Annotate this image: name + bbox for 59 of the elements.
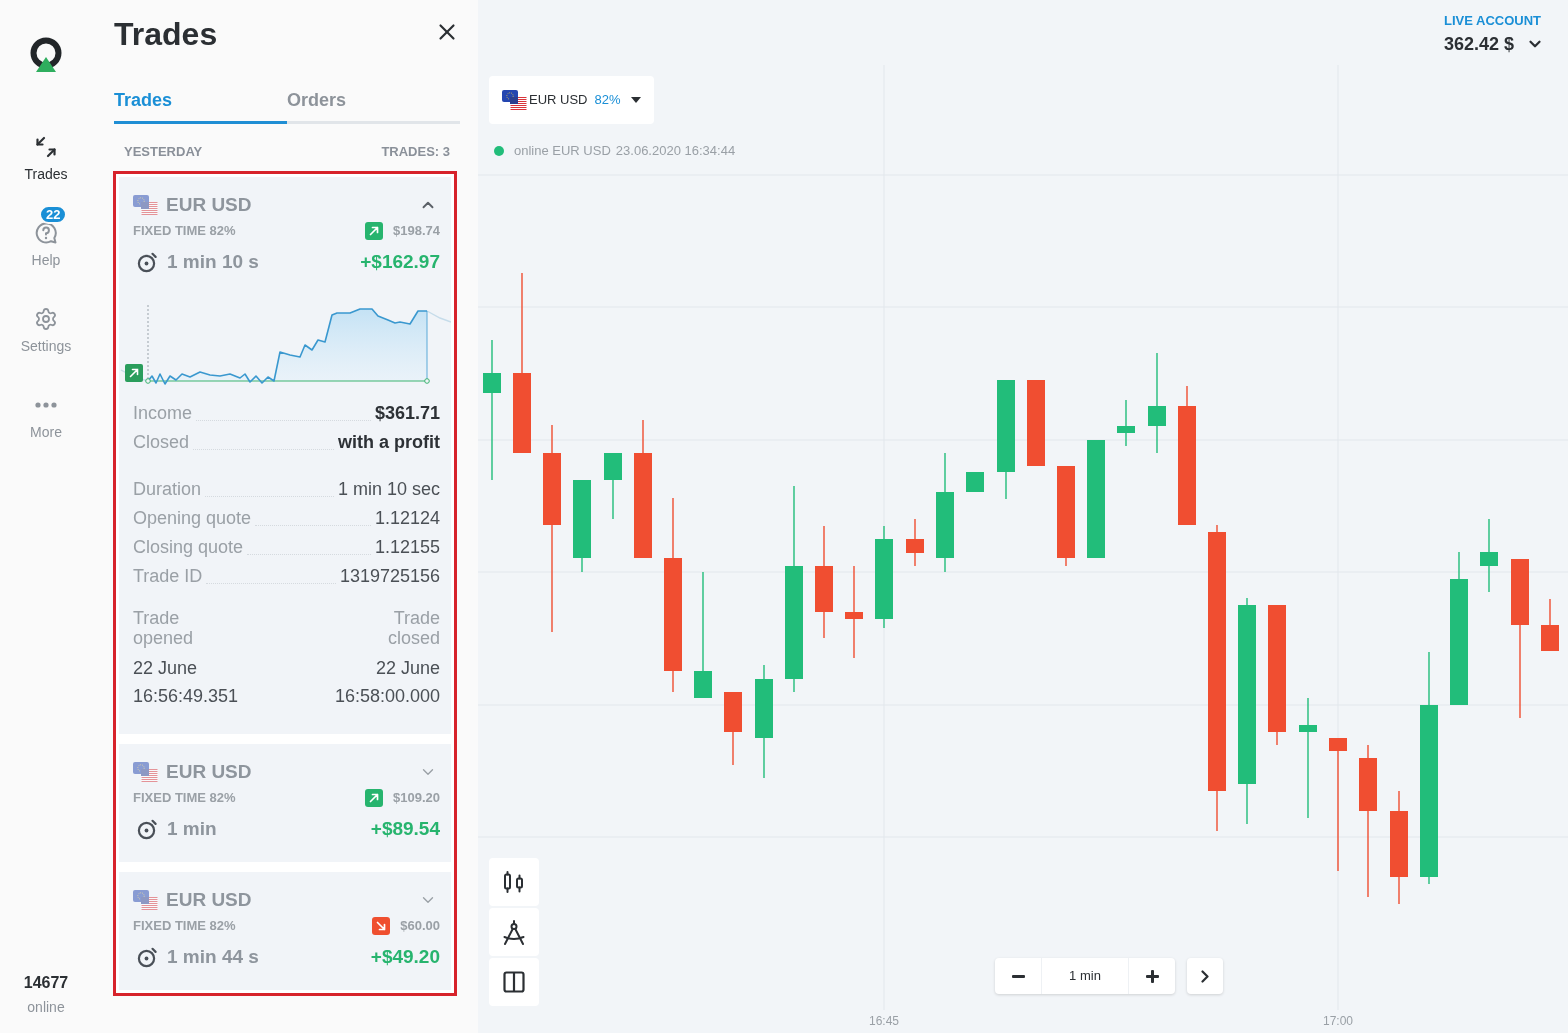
- detail-label: Duration: [133, 478, 202, 501]
- panel-title: Trades: [114, 15, 218, 54]
- detail-value: $361.71: [374, 402, 440, 425]
- stopwatch-icon: [137, 946, 158, 968]
- logo-icon: [29, 37, 63, 73]
- flag-icon: [133, 890, 158, 910]
- trade-profit: +$162.97: [360, 250, 440, 274]
- opened-time: 16:56:49.351: [133, 685, 239, 708]
- tab[interactable]: Trades: [114, 84, 287, 124]
- trade-type: FIXED TIME 82%: [133, 789, 236, 807]
- trade-amount: $109.20: [393, 789, 440, 807]
- detail-label: Closing quote: [133, 536, 244, 559]
- detail-value: 1 min 10 sec: [337, 478, 440, 501]
- group-label: YESTERDAY: [124, 144, 203, 160]
- opened-label: Trade opened: [133, 608, 195, 648]
- pair-name: EUR USD: [166, 193, 252, 217]
- trade-type: FIXED TIME 82%: [133, 917, 236, 935]
- help-bubble-icon: [34, 221, 58, 245]
- tab[interactable]: Orders: [287, 84, 460, 124]
- trade-duration: 1 min: [167, 817, 217, 841]
- detail-value: with a profit: [338, 431, 440, 454]
- diagonal-arrows-icon: [34, 135, 58, 159]
- detail-label: Opening quote: [133, 507, 252, 530]
- down-arrow-badge-icon: [372, 917, 391, 935]
- trade-amount: $60.00: [400, 917, 440, 935]
- pair-name: EUR USD: [166, 888, 252, 912]
- closed-date: 22 June: [375, 657, 440, 680]
- detail-label: Trade ID: [133, 565, 203, 588]
- stopwatch-icon: [137, 251, 158, 273]
- trade-amount: $198.74: [393, 222, 440, 240]
- sidebar-item[interactable]: Trades: [24, 135, 68, 183]
- trade-type: FIXED TIME 82%: [133, 222, 236, 240]
- trade-duration: 1 min 10 s: [167, 250, 259, 274]
- up-arrow-badge-icon: [365, 222, 383, 240]
- flag-icon: [133, 195, 158, 215]
- trade-duration: 1 min 44 s: [167, 945, 259, 969]
- online-count: 14677: [23, 973, 69, 993]
- up-arrow-badge-icon: [365, 789, 383, 807]
- detail-value: 1.12124: [374, 507, 440, 530]
- more-dots-icon: [35, 402, 57, 408]
- detail-label: Income: [133, 402, 193, 425]
- notification-badge: 22: [39, 205, 68, 224]
- flag-icon: [133, 762, 158, 782]
- online-label: online: [27, 998, 65, 1017]
- up-arrow-marker-icon: [125, 364, 143, 382]
- sidebar-item[interactable]: More: [30, 393, 62, 441]
- detail-value: 1319725156: [339, 565, 440, 588]
- detail-label: Closed: [133, 431, 190, 454]
- settings-icon: [34, 307, 58, 331]
- trade-profit: +$49.20: [370, 945, 440, 969]
- opened-date: 22 June: [133, 657, 198, 680]
- sidebar-item[interactable]: Settings: [20, 307, 72, 355]
- trade-profit: +$89.54: [370, 817, 440, 841]
- trades-count: TRADES: 3: [381, 144, 450, 160]
- pair-name: EUR USD: [166, 760, 252, 784]
- closed-label: Trade closed: [386, 608, 440, 648]
- stopwatch-icon: [137, 818, 158, 840]
- detail-value: 1.12155: [374, 536, 440, 559]
- closed-time: 16:58:00.000: [334, 685, 440, 708]
